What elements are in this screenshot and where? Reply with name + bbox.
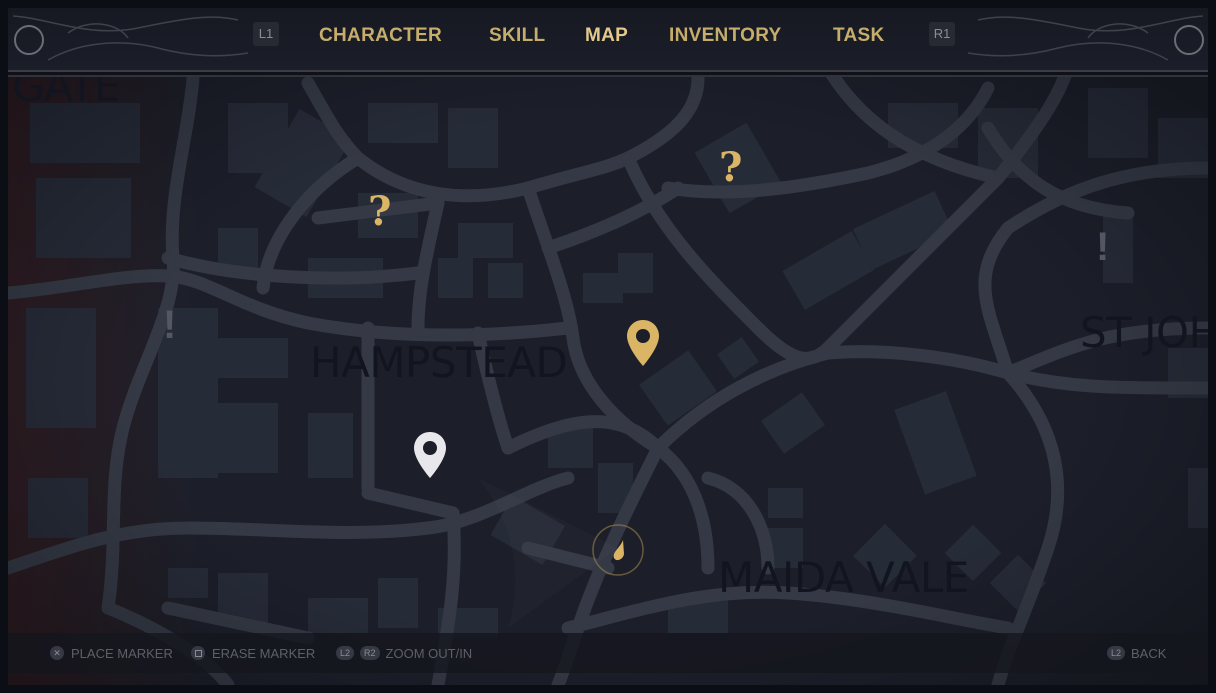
player-position-icon	[592, 524, 644, 576]
ornament-ring-left	[14, 25, 44, 55]
tab-inventory[interactable]: INVENTORY	[669, 24, 782, 48]
map-vignette	[8, 8, 1208, 685]
zoom-hint[interactable]: L2 R2 ZOOM OUT/IN	[336, 644, 472, 662]
game-map-screen: GATE HAMPSTEAD MAIDA VALE ST JOHN ? ? ! …	[8, 8, 1208, 685]
cross-button-icon: ✕	[50, 646, 64, 660]
district-label-hampstead: HAMPSTEAD	[310, 338, 568, 387]
l2-button-icon: L2	[1107, 646, 1126, 660]
zoom-label: ZOOM OUT/IN	[385, 645, 473, 661]
r2-button-icon: R2	[360, 646, 380, 660]
alert-location-icon[interactable]: !	[1096, 225, 1109, 270]
district-label-st-john: ST JOHN	[1080, 308, 1208, 357]
city-map[interactable]	[8, 8, 1208, 685]
tab-map[interactable]: MAP	[585, 24, 628, 48]
district-label-maida-vale: MAIDA VALE	[718, 553, 969, 602]
l2-button-icon: L2	[336, 646, 355, 660]
place-marker-hint[interactable]: ✕ PLACE MARKER	[50, 644, 173, 662]
ornament-ring-right	[1174, 25, 1204, 55]
erase-marker-hint[interactable]: ERASE MARKER	[191, 644, 315, 662]
unknown-location-icon[interactable]: ?	[719, 144, 742, 191]
waypoint-pin-icon[interactable]	[625, 318, 661, 368]
tab-skill[interactable]: SKILL	[489, 24, 545, 48]
control-hints-bar: ✕ PLACE MARKER ERASE MARKER L2 R2 ZOOM O…	[8, 633, 1208, 673]
top-navigation-bar: L1 CHARACTER SKILL MAP INVENTORY TASK R1	[8, 8, 1208, 72]
custom-marker-pin-icon[interactable]	[412, 430, 448, 480]
back-label: BACK	[1131, 645, 1167, 661]
tab-character[interactable]: CHARACTER	[319, 24, 442, 48]
erase-marker-label: ERASE MARKER	[212, 645, 316, 661]
tab-task[interactable]: TASK	[833, 24, 885, 48]
back-hint[interactable]: L2 BACK	[1107, 644, 1166, 662]
r1-shoulder-button[interactable]: R1	[929, 22, 955, 46]
l1-shoulder-button[interactable]: L1	[253, 22, 279, 46]
square-button-icon	[191, 646, 205, 660]
alert-location-icon[interactable]: !	[163, 303, 176, 348]
unknown-location-icon[interactable]: ?	[368, 188, 391, 235]
place-marker-label: PLACE MARKER	[71, 645, 173, 661]
